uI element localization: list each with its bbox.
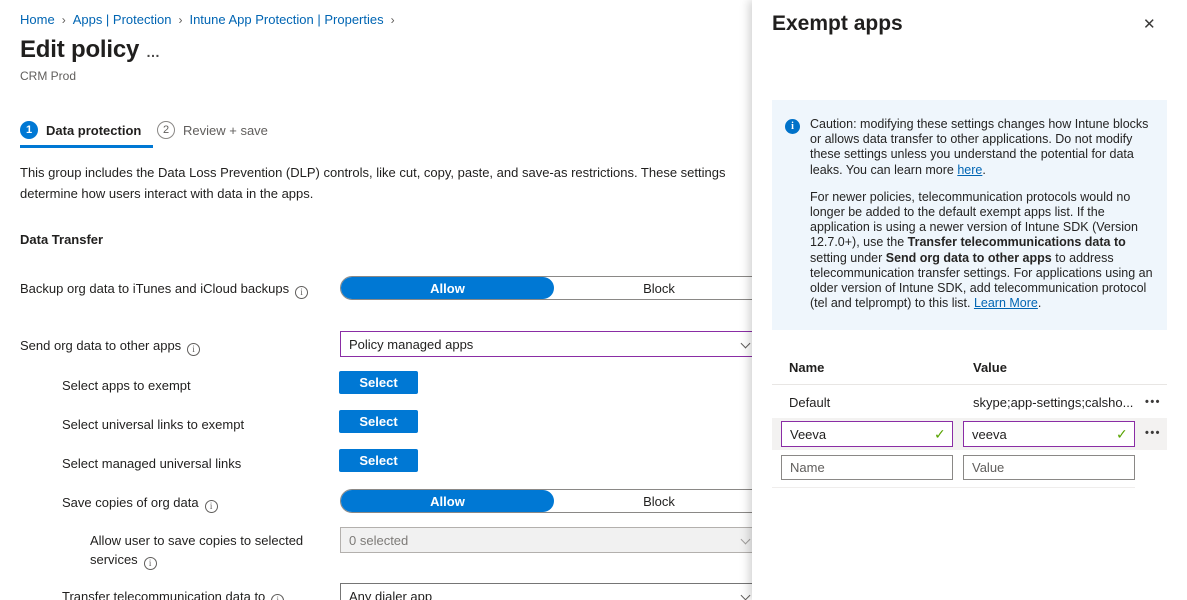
close-icon[interactable]: ✕ [1143,15,1156,33]
page-title-menu-icon[interactable]: … [146,44,160,60]
panel-title: Exempt apps [772,12,903,36]
page-title: Edit policy [20,36,139,64]
here-link[interactable]: here [957,163,982,177]
tab-2-label: Review + save [183,123,268,138]
edit-policy-page: Home › Apps | Protection › Intune App Protec… [0,0,752,600]
toggle-block-option[interactable]: Block [554,490,752,512]
dropdown-transfer-telecom[interactable]: Any dialer app [340,583,752,600]
active-tab-underline [20,145,153,148]
group-description: This group includes the Data Loss Preven… [20,162,732,204]
breadcrumb: Home › Apps | Protection › Intune App Protec… [20,11,402,29]
label-save-copies: Save copies of org datai [62,493,218,513]
table-divider [772,384,1167,385]
valid-check-icon: ✓ [1116,426,1128,443]
select-universal-links-button[interactable]: Select [339,410,418,433]
select-managed-links-button[interactable]: Select [339,449,418,472]
toggle-backup-org-data: Allow Block [340,276,752,300]
breadcrumb-separator-icon: › [62,13,66,27]
tab-review-save[interactable]: 2 Review + save [157,121,268,139]
row-menu-icon[interactable]: ••• [1140,396,1166,408]
label-select-apps-exempt: Select apps to exempt [62,376,191,395]
info-icon: i [785,119,800,134]
info-icon[interactable]: i [187,343,200,356]
page-subtitle: CRM Prod [20,69,76,83]
info-icon[interactable]: i [295,286,308,299]
breadcrumb-home[interactable]: Home [20,12,55,27]
dropdown-send-org-data[interactable]: Policy managed apps [340,331,752,357]
tab-1-label: Data protection [46,123,141,138]
tab-data-protection[interactable]: 1 Data protection [20,121,141,139]
toggle-allow-option[interactable]: Allow [341,490,554,512]
breadcrumb-separator-icon: › [178,13,182,27]
label-allow-save-services: Allow user to save copies to selected se… [90,531,325,570]
label-select-universal-links: Select universal links to exempt [62,415,244,434]
chevron-down-icon [741,535,751,545]
tab-1-number-badge: 1 [20,121,38,139]
section-title-data-transfer: Data Transfer [20,232,103,247]
row-menu-icon[interactable]: ••• [1140,427,1166,439]
caution-infobox: i Caution: modifying these settings chan… [772,100,1167,330]
chevron-down-icon [741,339,751,349]
info-icon[interactable]: i [271,594,284,600]
table-bottom-divider [772,487,1135,488]
valid-check-icon: ✓ [934,426,946,443]
label-send-org-data: Send org data to other appsi [20,336,200,356]
exempt-apps-panel: Exempt apps ✕ i Caution: modifying these… [752,0,1187,600]
default-name-cell: Default [789,395,830,410]
infobox-paragraph-1: Caution: modifying these settings change… [810,117,1155,178]
breadcrumb-apps-protection[interactable]: Apps | Protection [73,12,172,27]
veeva-value-input[interactable] [963,421,1135,447]
column-header-value: Value [973,360,1007,375]
label-transfer-telecom: Transfer telecommunication data toi [62,587,284,600]
toggle-allow-option[interactable]: Allow [341,277,554,299]
new-value-input[interactable] [963,455,1135,480]
breadcrumb-intune-app-protection[interactable]: Intune App Protection | Properties [189,12,383,27]
label-select-managed-links: Select managed universal links [62,454,241,473]
dropdown-value: Any dialer app [349,589,432,600]
chevron-down-icon [741,591,751,600]
toggle-save-copies: Allow Block [340,489,752,513]
default-value-cell: skype;app-settings;calsho... [973,395,1138,410]
toggle-block-option[interactable]: Block [554,277,752,299]
info-icon[interactable]: i [144,557,157,570]
label-backup-org-data: Backup org data to iTunes and iCloud bac… [20,279,320,299]
dropdown-value: Policy managed apps [349,337,473,352]
infobox-paragraph-2: For newer policies, telecommunication pr… [810,190,1155,312]
veeva-name-input[interactable] [781,421,953,447]
select-apps-exempt-button[interactable]: Select [339,371,418,394]
tab-2-number-badge: 2 [157,121,175,139]
new-name-input[interactable] [781,455,953,480]
info-icon[interactable]: i [205,500,218,513]
dropdown-value: 0 selected [349,533,408,548]
column-header-name: Name [789,360,824,375]
breadcrumb-separator-icon: › [391,13,395,27]
learn-more-link[interactable]: Learn More [974,296,1038,310]
dropdown-save-services-disabled: 0 selected [340,527,752,553]
infobox-text: Caution: modifying these settings change… [810,117,1155,311]
